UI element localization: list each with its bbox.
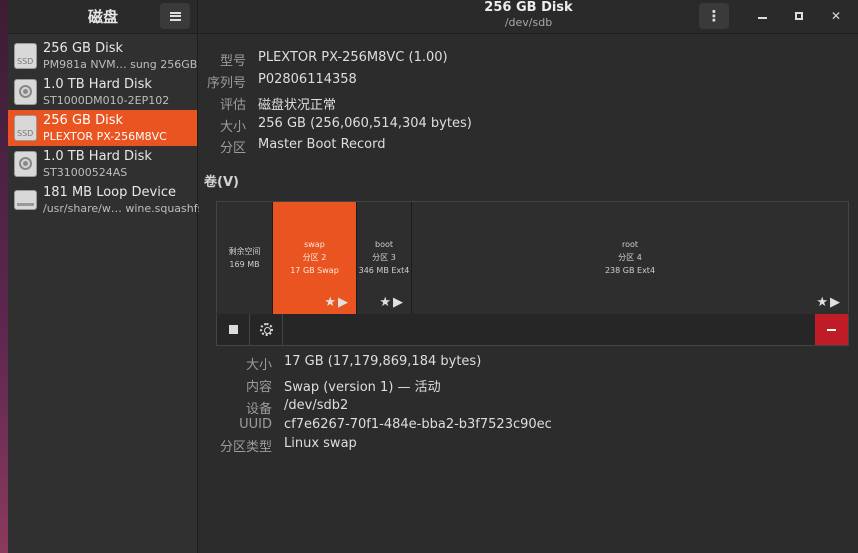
star-icon: ★ — [816, 295, 830, 310]
delete-partition-button[interactable] — [815, 314, 848, 345]
segment-size: 169 MB — [229, 260, 260, 269]
disk-model: /usr/share/w… wine.squashfs — [43, 202, 204, 215]
size-label: 大小 — [219, 120, 246, 135]
play-icon: ▶ — [830, 295, 842, 310]
segment-size: 238 GB Ext4 — [604, 266, 656, 275]
volumes-heading: 卷(V) — [204, 175, 239, 190]
vol-uuid-label: UUID — [239, 417, 272, 432]
vol-size-value: 17 GB (17,179,869,184 bytes) — [284, 354, 482, 369]
disk-name: 181 MB Loop Device — [43, 185, 176, 200]
disk-list: 256 GB Disk PM981a NVM… sung 256GB 1.0 T… — [8, 38, 203, 218]
segment-size: 17 GB Swap — [290, 266, 339, 275]
stop-icon — [228, 325, 238, 334]
disk-item[interactable]: 1.0 TB Hard Disk ST31000524AS — [8, 146, 197, 182]
maximize-button[interactable] — [788, 5, 810, 27]
play-icon: ▶ — [338, 295, 350, 310]
model-label: 型号 — [219, 54, 246, 69]
disk-menu-button[interactable]: ⋮ — [699, 3, 729, 29]
segment-status-icons: ★▶ — [379, 295, 405, 310]
segment-status-icons: ★▶ — [816, 295, 842, 310]
app-menu-button[interactable] — [160, 3, 190, 29]
hdd-icon — [14, 79, 37, 105]
kebab-menu-icon: ⋮ — [706, 7, 722, 25]
partition-segment-swap[interactable]: swap 分区 2 17 GB Swap ★▶ — [273, 202, 356, 314]
disk-item-selected[interactable]: 256 GB Disk PLEXTOR PX-256M8VC — [8, 110, 197, 146]
assessment-value: 磁盘状况正常 — [258, 98, 337, 113]
disk-item[interactable]: 256 GB Disk PM981a NVM… sung 256GB — [8, 38, 197, 74]
desktop-background-edge — [0, 0, 8, 553]
play-icon: ▶ — [393, 295, 405, 310]
partition-toolbar — [216, 314, 849, 346]
vol-device-value: /dev/sdb2 — [284, 398, 349, 413]
segment-partition: 分区 2 — [302, 253, 327, 262]
gear-icon — [259, 323, 273, 336]
disk-model: PM981a NVM… sung 256GB — [43, 58, 198, 71]
disk-sidebar: 磁盘 256 GB Disk PM981a NVM… sung 256GB 1.… — [8, 0, 203, 553]
vol-device-label: 设备 — [245, 402, 272, 417]
vol-size-label: 大小 — [245, 358, 272, 373]
vol-contents-value: Swap (version 1) — 活动 — [284, 380, 441, 395]
segment-name: 剩余空间 — [228, 247, 261, 256]
vol-parttype-label: 分区类型 — [219, 440, 272, 455]
ssd-icon — [14, 43, 37, 69]
disk-model: PLEXTOR PX-256M8VC — [43, 130, 167, 143]
size-value: 256 GB (256,060,514,304 bytes) — [258, 116, 472, 131]
segment-name: root — [621, 240, 639, 249]
segment-name: swap — [304, 240, 325, 249]
disk-name: 256 GB Disk — [43, 41, 123, 56]
segment-size: 346 MB Ext4 — [358, 266, 410, 275]
vol-contents-label: 内容 — [245, 380, 272, 395]
close-icon: ✕ — [830, 9, 842, 23]
maximize-icon — [795, 12, 803, 20]
minus-icon — [827, 328, 836, 331]
disk-model: ST31000524AS — [43, 166, 128, 179]
disk-name: 1.0 TB Hard Disk — [43, 149, 152, 164]
hdd-icon — [14, 151, 37, 177]
partitioning-value: Master Boot Record — [258, 137, 386, 152]
segment-status-icons: ★▶ — [324, 295, 350, 310]
disk-name: 1.0 TB Hard Disk — [43, 77, 152, 92]
stop-swap-button[interactable] — [217, 314, 250, 345]
header-bar: 256 GB Disk /dev/sdb ⋮ ✕ — [199, 0, 858, 34]
disk-item[interactable]: 181 MB Loop Device /usr/share/w… wine.sq… — [8, 182, 203, 218]
model-value: PLEXTOR PX-256M8VC (1.00) — [258, 50, 448, 65]
loop-device-icon — [14, 190, 37, 210]
disk-item[interactable]: 1.0 TB Hard Disk ST1000DM010-2EP102 — [8, 74, 197, 110]
segment-name: boot — [374, 240, 393, 249]
disk-model: ST1000DM010-2EP102 — [43, 94, 170, 107]
minimize-icon — [757, 17, 767, 19]
partition-segment-root[interactable]: root 分区 4 238 GB Ext4 ★▶ — [412, 202, 848, 314]
minimize-button[interactable] — [751, 5, 773, 27]
sidebar-header: 磁盘 — [8, 0, 197, 34]
partition-segment-free-space[interactable]: 剩余空间 169 MB — [217, 202, 273, 314]
partitioning-label: 分区 — [219, 141, 246, 156]
serial-label: 序列号 — [206, 76, 246, 91]
partition-segment-boot[interactable]: boot 分区 3 346 MB Ext4 ★▶ — [356, 202, 412, 314]
vol-parttype-value: Linux swap — [284, 436, 357, 451]
vol-uuid-value: cf7e6267-70f1-484e-bba2-b3f7523c90ec — [284, 417, 552, 432]
assessment-label: 评估 — [219, 98, 246, 113]
segment-partition: 分区 3 — [372, 253, 396, 262]
disk-name: 256 GB Disk — [43, 113, 123, 128]
segment-partition: 分区 4 — [618, 253, 642, 262]
close-button[interactable]: ✕ — [825, 5, 847, 27]
hamburger-menu-icon — [169, 11, 181, 21]
star-icon: ★ — [324, 295, 338, 310]
star-icon: ★ — [379, 295, 393, 310]
disk-details-pane: 256 GB Disk /dev/sdb ⋮ ✕ 型号 PLEXTOR PX-2… — [199, 0, 858, 553]
serial-value: P02806114358 — [258, 72, 357, 87]
partition-options-button[interactable] — [250, 314, 283, 345]
partition-map: 剩余空间 169 MB swap 分区 2 17 GB Swap ★▶ boot… — [216, 201, 849, 314]
ssd-icon — [14, 115, 37, 141]
